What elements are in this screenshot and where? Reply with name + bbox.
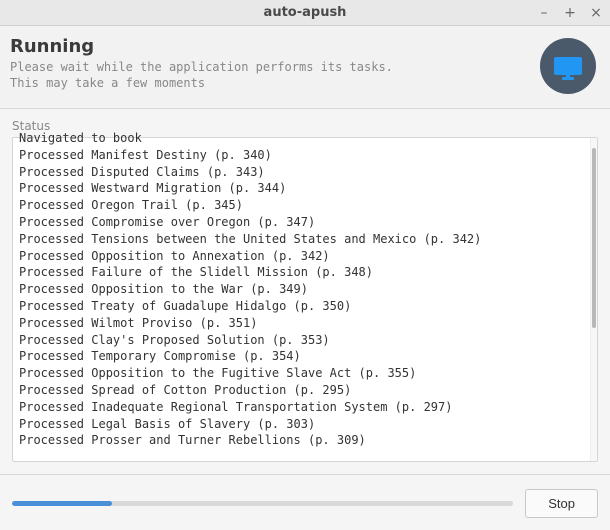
progress-bar	[12, 501, 513, 506]
status-box: Navigated to book Processed Manifest Des…	[12, 137, 598, 462]
monitor-icon	[540, 38, 596, 94]
header-subtitle: Please wait while the application perfor…	[10, 59, 530, 91]
titlebar: auto-apush – + ×	[0, 0, 610, 26]
stop-button[interactable]: Stop	[525, 489, 598, 518]
header-text: Running Please wait while the applicatio…	[10, 36, 530, 91]
bottom-bar: Stop	[0, 475, 610, 530]
status-area: Status Navigated to book Processed Manif…	[0, 109, 610, 462]
header: Running Please wait while the applicatio…	[0, 26, 610, 108]
maximize-icon[interactable]: +	[562, 5, 578, 21]
status-log: Navigated to book Processed Manifest Des…	[13, 128, 590, 461]
scrollbar-thumb[interactable]	[592, 148, 596, 328]
close-icon[interactable]: ×	[588, 5, 604, 21]
minimize-icon[interactable]: –	[536, 5, 552, 21]
window-controls: – + ×	[536, 5, 604, 21]
progress-fill	[12, 501, 112, 506]
header-title: Running	[10, 36, 530, 57]
window-title: auto-apush	[0, 5, 610, 20]
scrollbar[interactable]	[590, 138, 597, 461]
